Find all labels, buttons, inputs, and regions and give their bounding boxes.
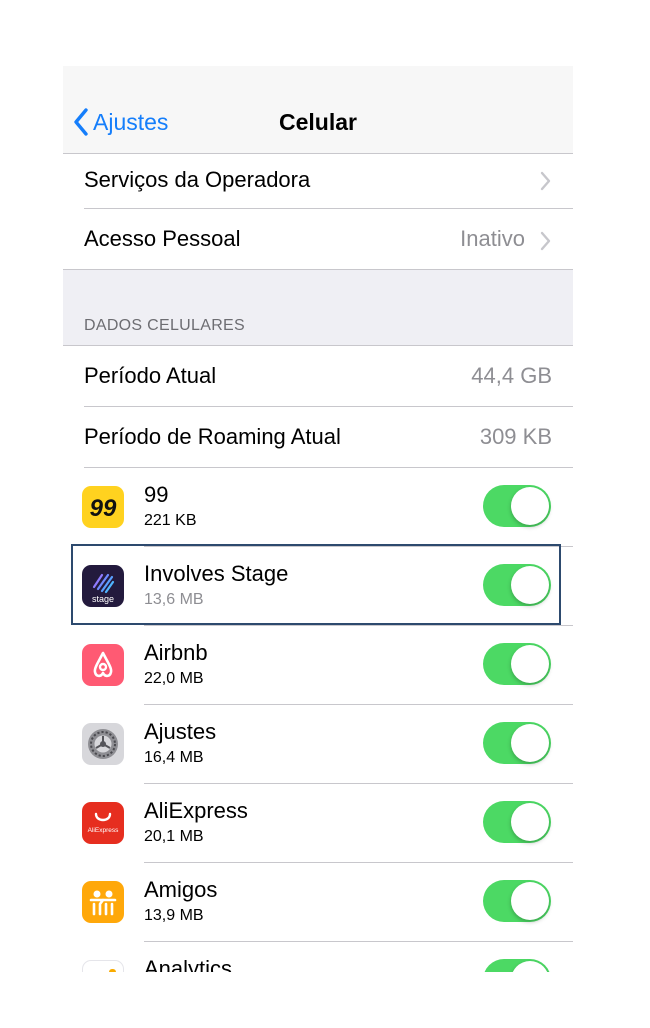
carrier-services-row[interactable]: Serviços da Operadora (63, 154, 573, 208)
cellular-data-toggle[interactable] (483, 880, 551, 922)
page-title: Celular (279, 109, 357, 135)
highlight-frame (71, 544, 561, 625)
section-header: DADOS CELULARES (84, 317, 245, 334)
app-data-usage: 22,0 MB (144, 670, 204, 687)
app-name: Ajustes (144, 719, 217, 744)
personal-hotspot-label: Acesso Pessoal (84, 226, 241, 251)
app-row-amigos: Amigos 13,9 MB (63, 863, 573, 941)
current-period-label: Período Atual (84, 363, 217, 388)
cellular-data-toggle[interactable] (483, 722, 551, 764)
current-period-value: 44,4 GB (471, 363, 552, 388)
toggle-knob (511, 882, 549, 920)
app-row-ajustes: Ajustes 16,4 MB (63, 705, 573, 783)
app-data-usage: 16,4 MB (144, 749, 204, 766)
roaming-period-row: Período de Roaming Atual 309 KB (63, 407, 573, 467)
app-row-airbnb: Airbnb 22,0 MB (63, 626, 573, 704)
roaming-period-value: 309 KB (479, 424, 552, 449)
cellular-data-toggle[interactable] (483, 485, 551, 527)
svg-text:AliExpress: AliExpress (88, 827, 119, 834)
current-period-row: Período Atual 44,4 GB (63, 346, 573, 406)
toggle-knob (511, 645, 549, 683)
app-name: 99 (144, 482, 169, 507)
svg-text:99: 99 (90, 495, 117, 522)
cellular-data-toggle[interactable] (483, 959, 551, 972)
toggle-knob (511, 487, 549, 525)
personal-hotspot-status: Inativo (460, 226, 525, 251)
app-row-99: 99 99 221 KB (63, 468, 573, 546)
toggle-knob (511, 724, 549, 762)
aliexpress-app-icon: AliExpress (82, 802, 124, 844)
chevron-right-icon (540, 231, 551, 251)
app-data-usage: 13,9 MB (144, 907, 204, 924)
app-name: AliExpress (144, 798, 248, 823)
app-data-usage: 20,1 MB (144, 828, 204, 845)
cellular-data-toggle[interactable] (483, 801, 551, 843)
roaming-period-label: Período de Roaming Atual (84, 424, 341, 449)
find-friends-app-icon (82, 881, 124, 923)
settings-screen: Ajustes Celular Serviços da Operadora Ac… (63, 66, 573, 972)
toggle-knob (511, 961, 549, 972)
app-data-usage: 221 KB (144, 512, 197, 529)
navigation-bar: Ajustes Celular (63, 66, 573, 154)
99-app-icon: 99 (82, 486, 124, 528)
personal-hotspot-row[interactable]: Acesso Pessoal Inativo (63, 209, 573, 269)
section-gap: DADOS CELULARES (63, 270, 573, 345)
app-name: Airbnb (144, 640, 208, 665)
carrier-services-label: Serviços da Operadora (84, 167, 311, 192)
analytics-app-icon (82, 960, 124, 972)
settings-app-icon (82, 723, 124, 765)
app-name: Analytics (144, 956, 233, 972)
toggle-knob (511, 803, 549, 841)
cellular-data-toggle[interactable] (483, 643, 551, 685)
app-name: Amigos (144, 877, 218, 902)
chevron-right-icon (540, 171, 551, 191)
app-row-aliexpress: AliExpress AliExpress 20,1 MB (63, 784, 573, 862)
app-row-analytics: Analytics (63, 942, 573, 972)
airbnb-app-icon (82, 644, 124, 686)
